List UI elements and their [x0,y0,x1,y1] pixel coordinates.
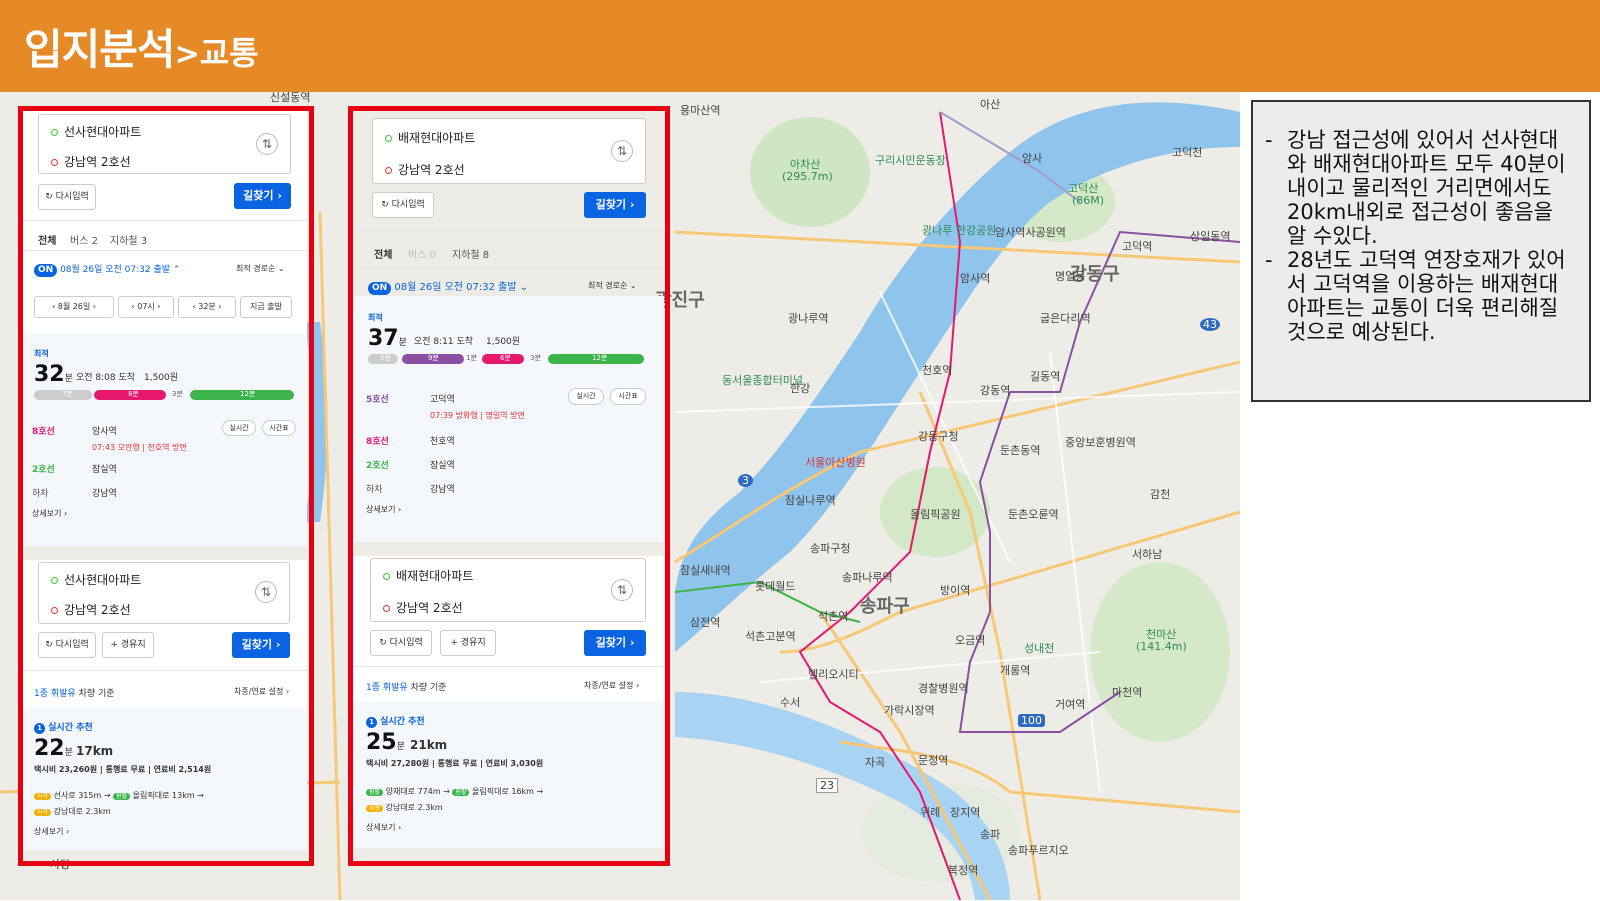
map-label-seongnae: 성내천 [1024,642,1055,655]
map-label-lotte: 롯데월드 [755,580,796,593]
title-separator: > [174,37,200,72]
map-label-route3: 3 [738,474,753,487]
map-label-garak: 가락시장역 [884,704,935,717]
map-label-sinsa: 신설동역 [270,92,311,104]
map-label-songpa-gucheong: 송파구청 [810,542,851,555]
map-label-jamsil-naru: 잠실나루역 [785,494,836,507]
map-label-godeok: 고덕역 [1122,240,1153,253]
analysis-note-item: 강남 접근성에 있어서 선사현대와 배재현대아파트 모두 40분이내이고 물리적… [1265,128,1575,248]
map-label-hwy100: 100 [1018,714,1045,727]
map-label-gangdong-st: 강동역 [980,384,1011,397]
map-label-gangdong-gu: 강동구청 [918,430,959,443]
map-label-hwy23: 23 [816,778,838,793]
map-label-yongmasan: 용마산역 [680,104,721,117]
map-label-gwangnaru-st: 광나루역 [788,312,829,325]
highlight-frame-2 [348,106,670,866]
map-label-jungang: 중앙보훈병원역 [1065,436,1136,449]
map-label-sangil: 상일동역 [1190,230,1231,243]
map-label-guri-park: 구리시민운동장 [875,154,946,167]
map-label-achasan-h: (295.7m) [782,170,833,183]
map-label-songpa-ic: 송파 [980,828,1001,841]
map-label-gaerong: 개롱역 [1000,664,1031,677]
analysis-note-list: 강남 접근성에 있어서 선사현대와 배재현대아파트 모두 40분이내이고 물리적… [1253,102,1589,344]
map-label-ogeum: 오금역 [955,634,986,647]
map-label-geoyeo: 거여역 [1055,698,1086,711]
map-label-godeok-cheon: 고덕천 [1172,146,1203,159]
map-label-asan-hospital: 서울아산병원 [805,456,866,469]
map-label-dunchon: 둔촌동역 [1000,444,1041,457]
map-label-amsa-park: 암사역사공원역 [995,226,1066,239]
map-label-gwangnaru-park: 광나루 한강공원 [922,224,997,237]
map-label-gubdari: 굽은다리역 [1040,312,1091,325]
map-label-olympic: 올림픽공원 [910,508,961,521]
map-label-ic-asan: 아산 [980,98,1001,111]
slide-title: 입지분석>교통 [24,16,259,77]
map-label-wirye: 위례 [920,806,941,819]
map-label-dunchon-ol: 둔촌오륜역 [1008,508,1059,521]
map-label-ic-amsa: 암사 [1022,152,1043,165]
map-label-cheonho: 천호역 [922,364,953,377]
map-label-jamsil: 잠실새내역 [680,564,731,577]
map-label-amsa: 암사역 [960,272,991,285]
map-label-wirye-apt: 송파푸르지오 [1008,844,1069,857]
map-label-godeoksan-h: (86M) [1072,194,1105,207]
map-label-gamcheon: 감천 [1150,488,1171,501]
map-label-jagok: 자곡 [865,756,886,769]
map-label-route43: 43 [1200,318,1220,331]
highlight-frame-1 [18,106,314,866]
map-label-gildong: 길동역 [1030,370,1061,383]
map-label-bangi: 방이역 [940,584,971,597]
map-label-helio: 헬리오시티 [808,668,859,681]
map-label-munjeong: 문정역 [918,754,949,767]
analysis-note-box: 강남 접근성에 있어서 선사현대와 배재현대아파트 모두 40분이내이고 물리적… [1251,100,1591,402]
analysis-note-item: 28년도 고덕역 연장호재가 있어서 고덕역을 이용하는 배재현대아파트는 교통… [1265,248,1575,344]
map-label-seokchon: 석촌역 [818,610,849,623]
map-label-bokjeong: 복정역 [948,864,979,877]
map-label-suseo: 수서 [780,696,801,709]
map-label-songpa: 송파구 [860,596,910,617]
map-label-seoha: 서하남 [1132,548,1163,561]
map-label-gyeongchal: 경찰병원역 [918,682,969,695]
map-label-cheonmasan-h: (141.4m) [1136,640,1187,653]
title-sub: 교통 [199,34,259,72]
map-label-samjeon: 삼전역 [690,616,721,629]
map-label-seokchon-gobun: 석촌고분역 [745,630,796,643]
map-label-jangji: 장지역 [950,806,981,819]
map-label-macheon: 마천역 [1112,686,1143,699]
map-label-dongseoul: 동서울종합터미널 [722,374,803,387]
map-label-songpa-naru: 송파나루역 [842,571,893,584]
title-main: 입지분석 [24,25,176,74]
map-label-myeongil: 명일동 [1055,270,1086,283]
slide-header: 입지분석>교통 [0,0,1600,92]
